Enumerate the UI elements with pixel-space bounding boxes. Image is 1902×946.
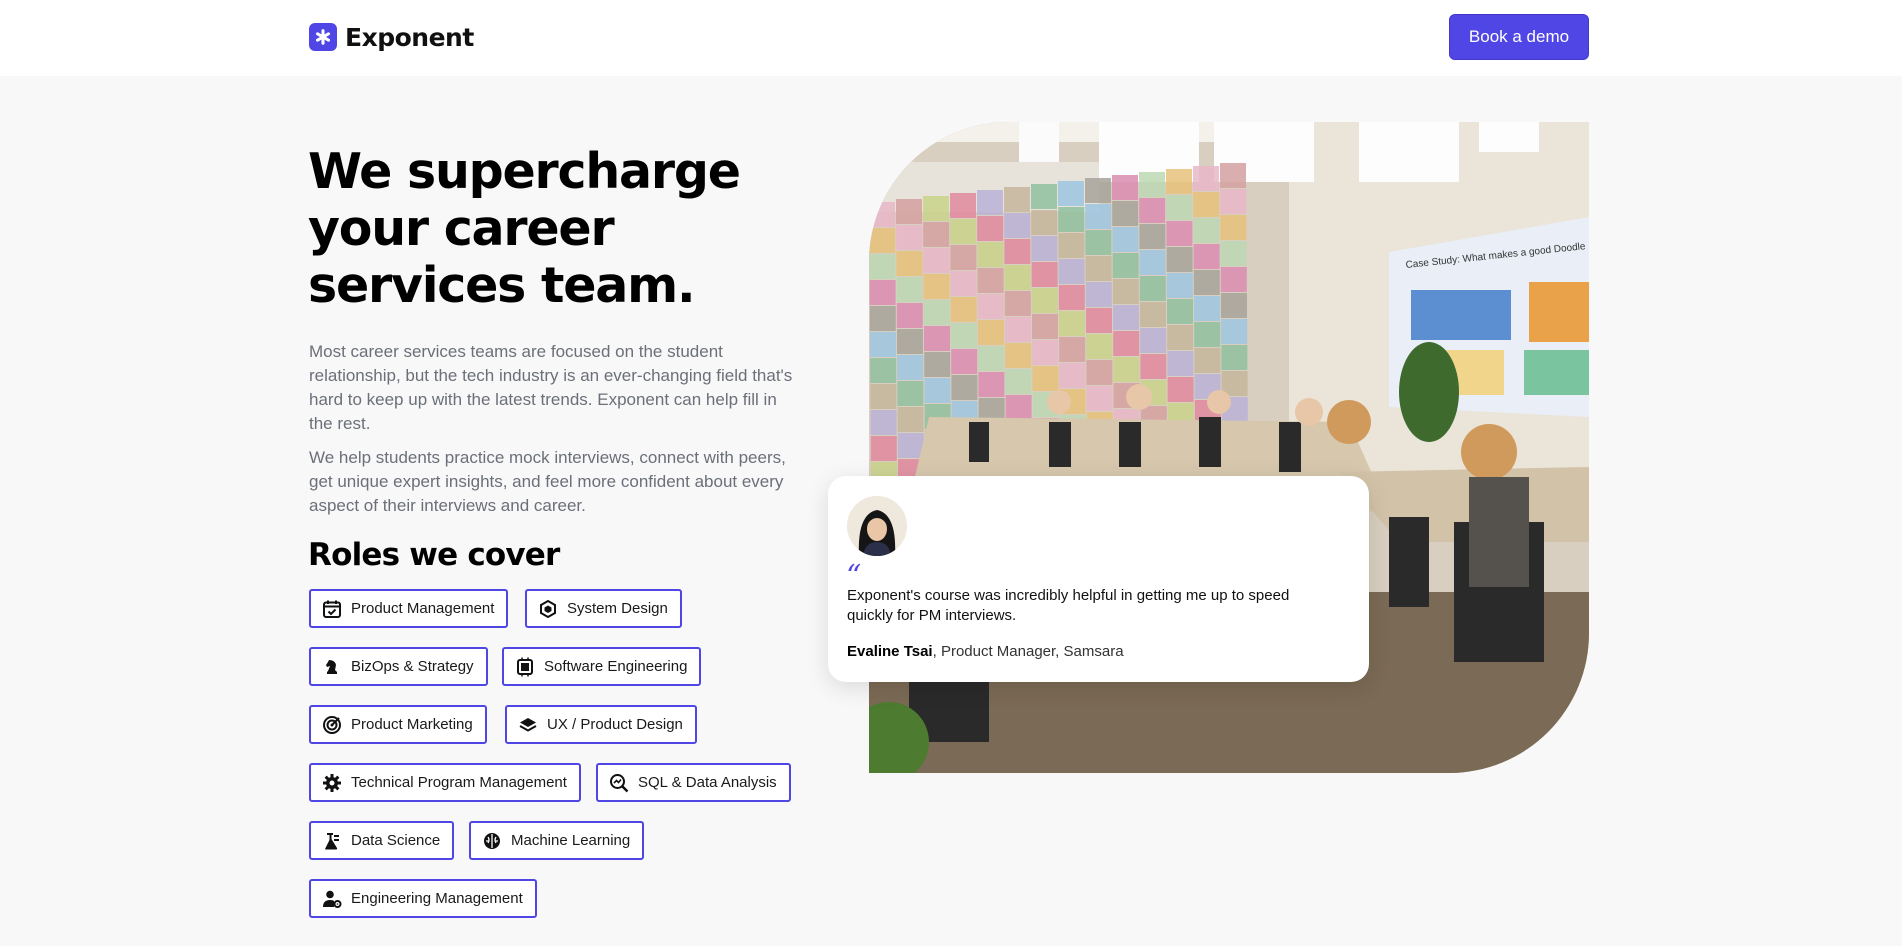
top-navigation-bar: Exponent Book a demo bbox=[0, 0, 1902, 76]
chip-label: Machine Learning bbox=[511, 832, 631, 849]
logo-text: Exponent bbox=[345, 22, 474, 52]
user-gear-icon bbox=[321, 888, 343, 910]
role-chip-product-management[interactable]: Product Management bbox=[309, 589, 509, 628]
chip-label: SQL & Data Analysis bbox=[638, 774, 777, 791]
hexagon-icon bbox=[537, 598, 559, 620]
role-chip-bizops[interactable]: BizOps & Strategy bbox=[309, 647, 488, 686]
avatar bbox=[847, 496, 907, 556]
role-chip-engineering-management[interactable]: Engineering Management bbox=[309, 879, 537, 918]
testimonial-quote: Exponent's course was incredibly helpful… bbox=[847, 587, 1290, 624]
role-chip-software-engineering[interactable]: Software Engineering bbox=[502, 647, 702, 686]
role-chip-ux-design[interactable]: UX / Product Design bbox=[505, 705, 697, 744]
role-chip-machine-learning[interactable]: Machine Learning bbox=[469, 821, 645, 860]
code-chip-icon bbox=[514, 656, 536, 678]
author-role: , Product Manager, Samsara bbox=[932, 643, 1124, 660]
chip-label: Data Science bbox=[351, 832, 441, 849]
chip-label: Product Marketing bbox=[351, 716, 473, 733]
roles-title: Roles we cover bbox=[308, 537, 560, 573]
exponent-logo[interactable]: Exponent bbox=[309, 22, 474, 52]
gear-icon bbox=[321, 772, 343, 794]
role-chip-technical-program-management[interactable]: Technical Program Management bbox=[309, 763, 581, 802]
chip-label: Technical Program Management bbox=[351, 774, 567, 791]
hero-paragraph-2: We help students practice mock interview… bbox=[309, 448, 786, 515]
asterisk-icon bbox=[309, 23, 337, 51]
chip-label: BizOps & Strategy bbox=[351, 658, 474, 675]
brain-icon bbox=[481, 830, 503, 852]
chip-label: Engineering Management bbox=[351, 890, 523, 907]
flask-icon bbox=[321, 830, 343, 852]
role-chip-product-marketing[interactable]: Product Marketing bbox=[309, 705, 487, 744]
chess-knight-icon bbox=[321, 656, 343, 678]
role-chip-system-design[interactable]: System Design bbox=[525, 589, 682, 628]
chip-label: Software Engineering bbox=[544, 658, 688, 675]
layers-icon bbox=[517, 714, 539, 736]
role-chip-data-science[interactable]: Data Science bbox=[309, 821, 455, 860]
chip-label: System Design bbox=[567, 600, 668, 617]
testimonial-author: Evaline Tsai, Product Manager, Samsara bbox=[847, 643, 1124, 660]
author-name: Evaline Tsai bbox=[847, 643, 933, 660]
chip-label: Product Management bbox=[351, 600, 495, 617]
hero-title: We supercharge your career services team… bbox=[308, 143, 741, 314]
book-demo-button[interactable]: Book a demo bbox=[1449, 14, 1589, 60]
target-icon bbox=[321, 714, 343, 736]
testimonial-card: “ Exponent's course was incredibly helpf… bbox=[828, 476, 1369, 682]
chip-label: UX / Product Design bbox=[547, 716, 683, 733]
calendar-check-icon bbox=[321, 598, 343, 620]
role-chip-sql-data-analysis[interactable]: SQL & Data Analysis bbox=[596, 763, 791, 802]
magnify-chart-icon bbox=[608, 772, 630, 794]
hero-paragraph-1: Most career services teams are focused o… bbox=[309, 342, 793, 433]
